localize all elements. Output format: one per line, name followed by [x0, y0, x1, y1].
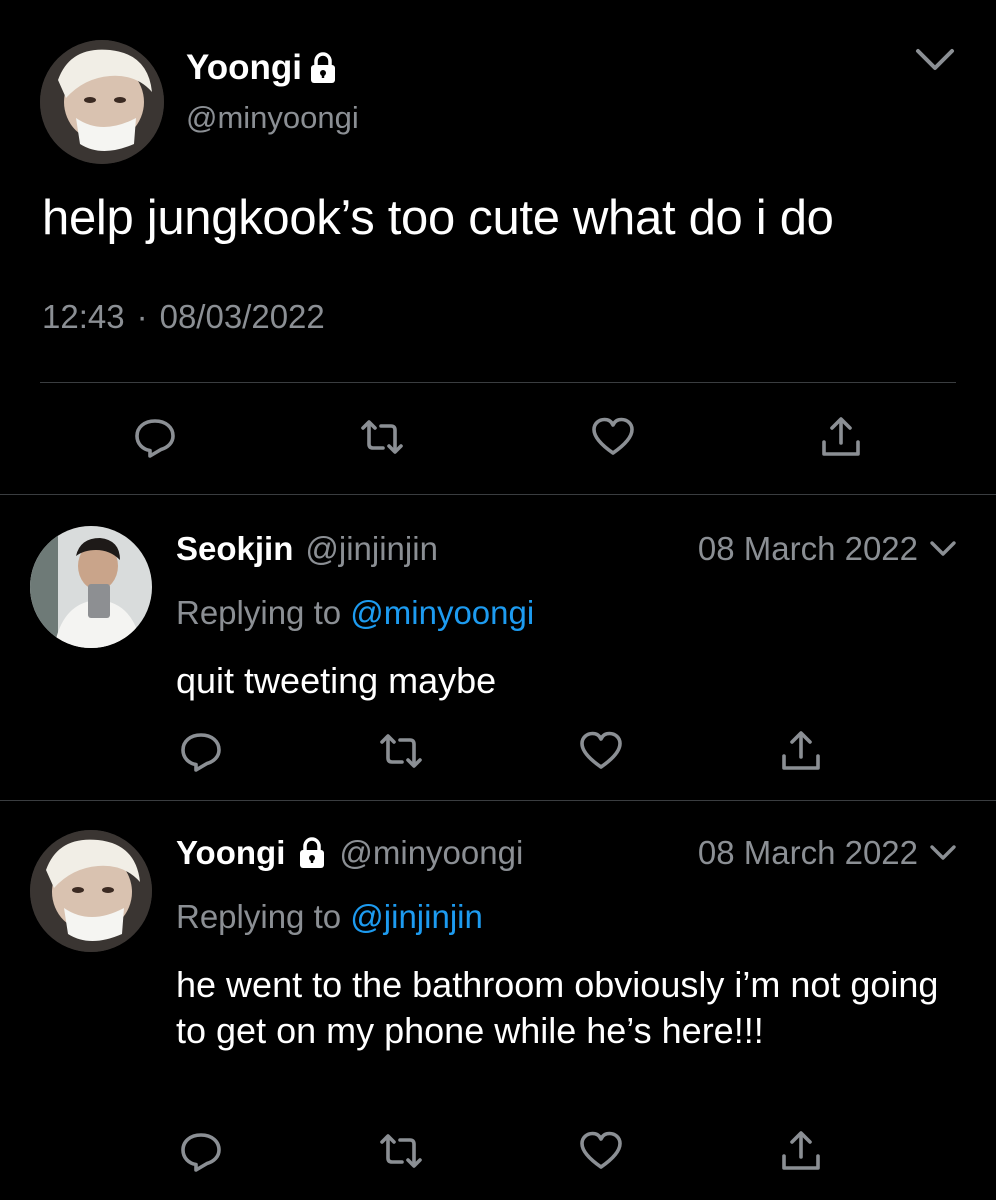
lock-icon — [308, 52, 338, 84]
tweet-time: 12:43 — [42, 298, 125, 335]
reply-author-handle: @jinjinjin — [305, 530, 438, 567]
author-name: Yoongi — [186, 48, 302, 87]
share-icon[interactable] — [778, 1128, 824, 1174]
replying-to-line: Replying to @jinjinjin — [176, 898, 483, 936]
replying-to-line: Replying to @minyoongi — [176, 594, 534, 632]
heart-icon[interactable] — [578, 1128, 624, 1174]
heart-icon[interactable] — [578, 728, 624, 774]
chevron-down-icon[interactable] — [928, 842, 958, 864]
replying-mention[interactable]: @minyoongi — [350, 594, 534, 631]
author-handle[interactable]: @minyoongi — [186, 100, 359, 136]
meta-separator: · — [136, 298, 148, 335]
reply-text: quit tweeting maybe — [176, 660, 497, 701]
avatar[interactable] — [30, 526, 152, 648]
reply-icon[interactable] — [178, 1128, 224, 1174]
share-icon[interactable] — [778, 728, 824, 774]
chevron-down-icon[interactable] — [928, 538, 958, 560]
replying-label: Replying to — [176, 898, 342, 935]
author-name-row[interactable]: Yoongi — [186, 48, 338, 88]
retweet-icon[interactable] — [378, 728, 424, 774]
reply-header[interactable]: Yoongi @minyoongi — [176, 834, 523, 872]
reply-author-name: Seokjin — [176, 530, 294, 567]
reply-icon[interactable] — [178, 728, 224, 774]
share-icon[interactable] — [818, 414, 864, 460]
avatar-photo — [30, 830, 152, 952]
chevron-down-icon[interactable] — [912, 42, 958, 76]
reply-icon[interactable] — [132, 414, 178, 460]
reply-date: 08 March 2022 — [697, 834, 918, 871]
reply-author-handle: @minyoongi — [339, 834, 524, 871]
reply-header[interactable]: Seokjin @jinjinjin — [176, 530, 438, 568]
avatar-photo — [30, 526, 152, 648]
tweet-timestamp[interactable]: 12:43 · 08/03/2022 — [42, 298, 325, 336]
reply-date-row[interactable]: 08 March 2022 — [698, 834, 958, 872]
retweet-icon[interactable] — [359, 414, 405, 460]
heart-icon[interactable] — [590, 414, 636, 460]
retweet-icon[interactable] — [378, 1128, 424, 1174]
divider — [0, 800, 996, 801]
replying-label: Replying to — [176, 594, 342, 631]
reply-date-row[interactable]: 08 March 2022 — [698, 530, 958, 568]
avatar[interactable] — [40, 40, 164, 164]
reply-author-name: Yoongi — [176, 834, 286, 871]
reply-date: 08 March 2022 — [697, 530, 918, 567]
divider — [0, 494, 996, 495]
lock-icon — [297, 837, 327, 869]
avatar[interactable] — [30, 830, 152, 952]
reply-text: he went to the bathroom obviously i’m no… — [176, 964, 939, 1051]
divider — [40, 382, 956, 383]
tweet-date: 08/03/2022 — [159, 298, 325, 335]
tweet-text: help jungkook’s too cute what do i do — [42, 191, 834, 245]
avatar-photo — [40, 40, 164, 164]
replying-mention[interactable]: @jinjinjin — [350, 898, 483, 935]
